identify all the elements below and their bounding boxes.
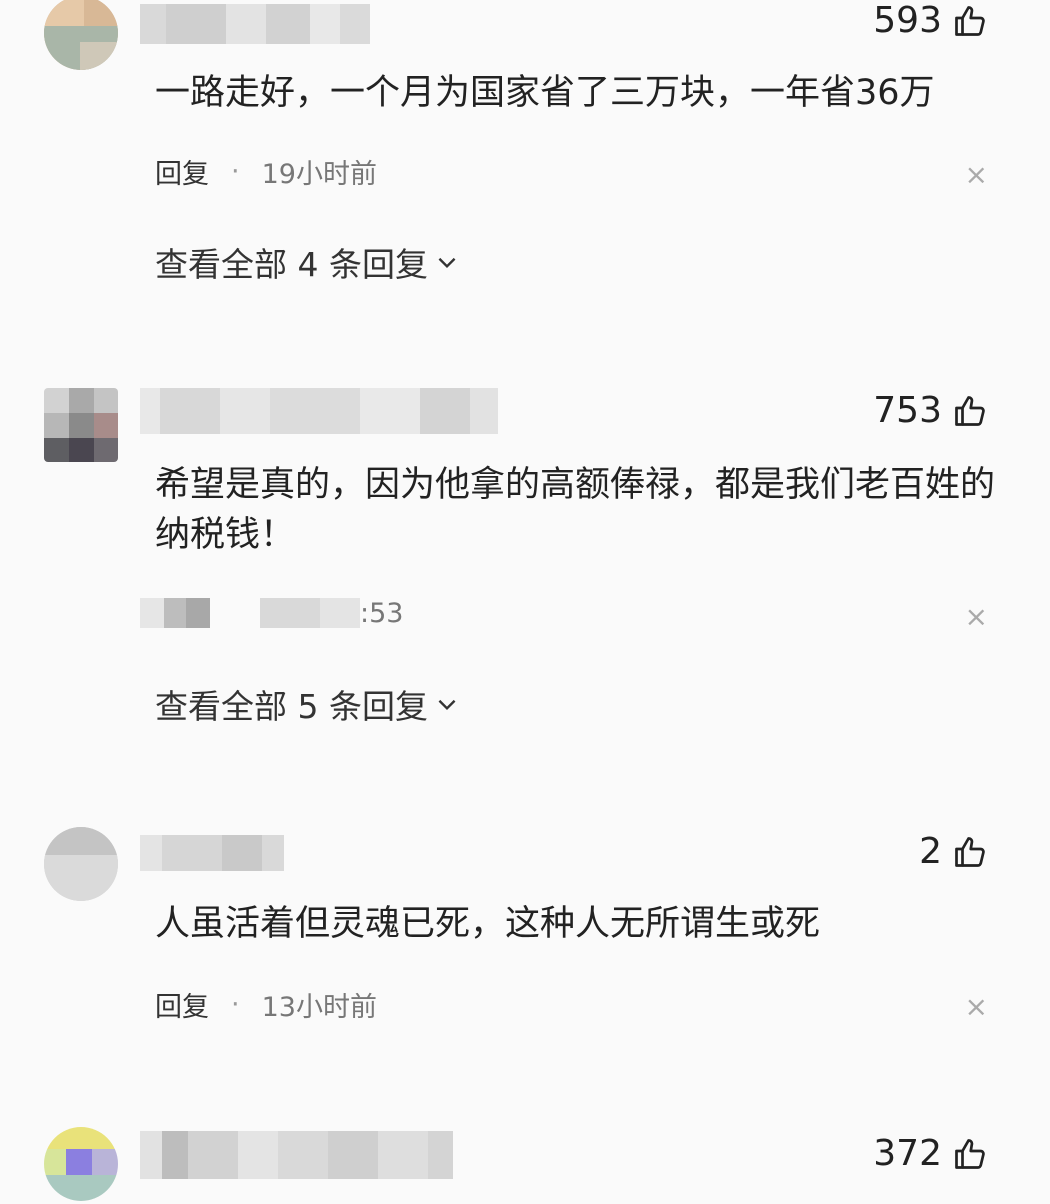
comment-item: 753 希望是真的，因为他拿的高额俸禄，都是我们老百姓的纳税钱！ :53 × 查… — [0, 380, 1050, 760]
reply-button[interactable]: 回复 — [155, 985, 209, 1024]
like-button[interactable]: 372 — [873, 1133, 988, 1174]
view-all-replies-button[interactable]: 查看全部 4 条回复 — [155, 238, 460, 286]
close-icon[interactable]: × — [965, 990, 988, 1023]
comment-item: 2 人虽活着但灵魂已死，这种人无所谓生或死 回复 · 13小时前 × — [0, 825, 1050, 1055]
comment-meta: :53 — [140, 597, 404, 629]
comment-text: 希望是真的，因为他拿的高额俸禄，都是我们老百姓的纳税钱！ — [155, 465, 996, 555]
thumbs-up-icon — [955, 395, 985, 426]
like-count: 593 — [873, 0, 942, 41]
close-icon[interactable]: × — [965, 600, 988, 633]
chevron-down-icon — [438, 699, 456, 711]
like-button[interactable]: 2 — [919, 831, 988, 872]
comment-meta: 回复 · 13小时前 — [155, 985, 377, 1024]
separator-dot: · — [231, 156, 240, 187]
separator-dot: · — [231, 989, 240, 1020]
view-all-label: 查看全部 4 条回复 — [155, 245, 428, 284]
comment-text: 人虽活着但灵魂已死，这种人无所谓生或死 — [155, 904, 821, 944]
timestamp: 13小时前 — [261, 992, 377, 1023]
timestamp: 19小时前 — [261, 159, 377, 190]
avatar[interactable] — [44, 0, 118, 70]
comment-item: 593 一路走好，一个月为国家省了三万块，一年省36万 回复 · 19小时前 ×… — [0, 0, 1050, 330]
username[interactable] — [140, 4, 370, 44]
view-all-label: 查看全部 5 条回复 — [155, 687, 428, 726]
avatar[interactable] — [44, 1127, 118, 1201]
like-button[interactable]: 593 — [873, 0, 988, 41]
close-icon[interactable]: × — [965, 158, 988, 191]
comment-meta: 回复 · 19小时前 — [155, 152, 377, 191]
reply-button[interactable]: 回复 — [155, 152, 209, 191]
comment-text: 一路走好，一个月为国家省了三万块，一年省36万 — [155, 73, 935, 113]
avatar[interactable] — [44, 827, 118, 901]
thumbs-up-icon — [955, 1138, 985, 1169]
thumbs-up-icon — [955, 5, 985, 36]
like-button[interactable]: 753 — [873, 390, 988, 431]
timestamp: :53 — [360, 597, 404, 629]
view-all-replies-button[interactable]: 查看全部 5 条回复 — [155, 680, 460, 728]
username[interactable] — [140, 1131, 453, 1179]
avatar[interactable] — [44, 388, 118, 462]
username[interactable] — [140, 388, 498, 434]
thumbs-up-icon — [955, 836, 985, 867]
like-count: 372 — [873, 1133, 942, 1174]
username[interactable] — [140, 835, 284, 871]
like-count: 2 — [919, 831, 942, 872]
like-count: 753 — [873, 390, 942, 431]
chevron-down-icon — [438, 257, 456, 269]
comment-item: 372 — [0, 1125, 1050, 1204]
